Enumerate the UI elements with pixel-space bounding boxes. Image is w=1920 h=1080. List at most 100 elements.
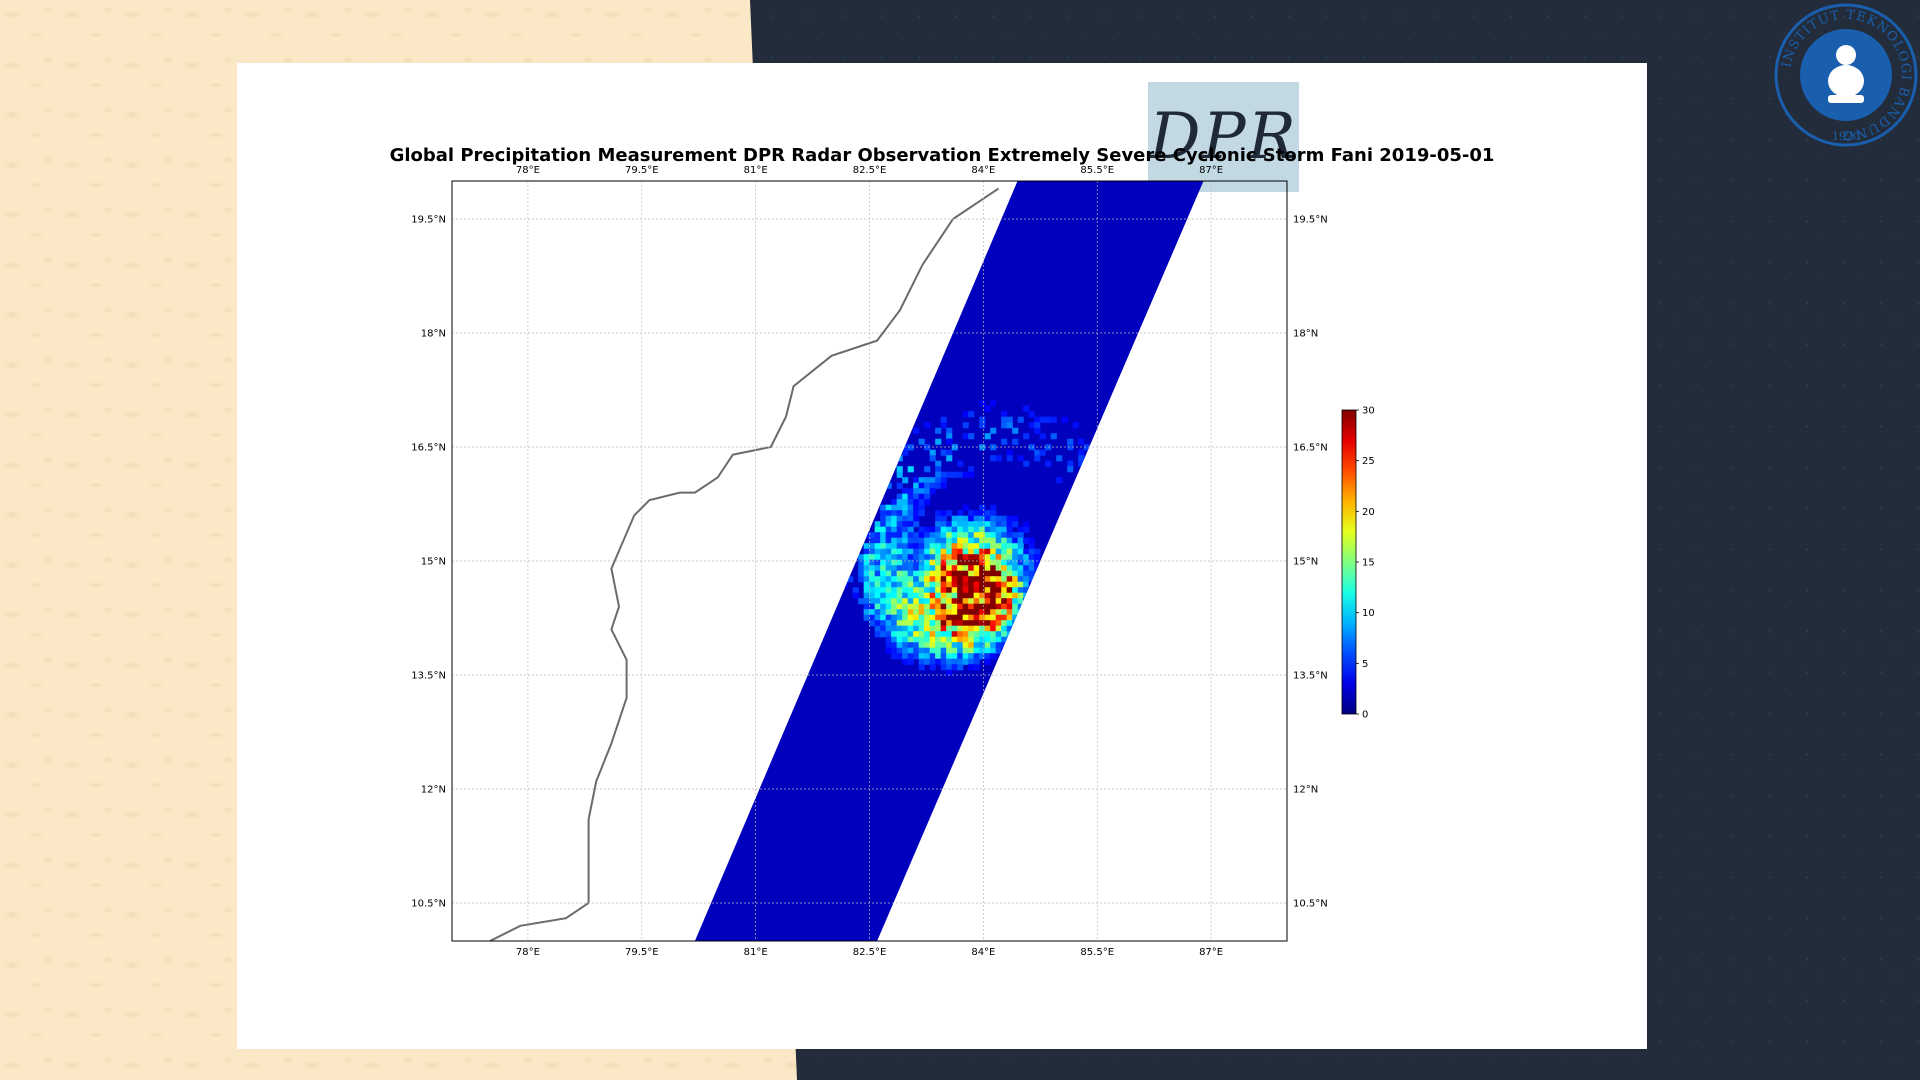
precip-pixel (880, 521, 887, 528)
precip-pixel (973, 554, 980, 561)
precip-pixel (885, 504, 892, 511)
precip-pixel (990, 521, 997, 528)
precip-pixel (869, 548, 876, 555)
precip-pixel (885, 532, 892, 539)
precip-pixel (957, 636, 964, 643)
x-tick-label-bottom: 85.5°E (1080, 947, 1114, 958)
precip-pixel (940, 570, 947, 577)
precip-pixel (984, 405, 991, 412)
precip-pixel (1001, 548, 1008, 555)
precip-pixel (1111, 449, 1118, 456)
precip-pixel (1155, 636, 1162, 643)
precip-pixel (885, 620, 892, 627)
precip-pixel (907, 526, 914, 533)
precip-pixel (885, 548, 892, 555)
precip-pixel (962, 422, 969, 429)
precip-pixel (874, 526, 881, 533)
colorbar-tick-label: 30 (1362, 406, 1375, 417)
precip-pixel (891, 570, 898, 577)
precip-pixel (1012, 515, 1019, 522)
precip-pixel (979, 521, 986, 528)
precip-pixel (990, 642, 997, 649)
precip-pixel (946, 664, 953, 671)
precip-pixel (1078, 455, 1085, 462)
precip-pixel (962, 642, 969, 649)
precip-pixel (951, 664, 958, 671)
precip-pixel (869, 603, 876, 610)
precip-pixel (1017, 559, 1024, 566)
precip-pixel (1138, 554, 1145, 561)
precip-pixel (1160, 554, 1167, 561)
precip-pixel (951, 576, 958, 583)
precip-pixel (1017, 537, 1024, 544)
precip-pixel (946, 581, 953, 588)
precip-pixel (1045, 416, 1052, 423)
precip-pixel (957, 620, 964, 627)
precip-pixel (902, 537, 909, 544)
precip-pixel (946, 510, 953, 517)
precip-pixel (935, 603, 942, 610)
precip-pixel (891, 521, 898, 528)
y-tick-label-left: 18°N (421, 329, 446, 340)
precip-pixel (1001, 636, 1008, 643)
precip-pixel (874, 477, 881, 484)
precip-pixel (863, 592, 870, 599)
precip-pixel (1028, 603, 1035, 610)
precip-pixel (896, 526, 903, 533)
precip-pixel (973, 614, 980, 621)
precip-pixel (957, 598, 964, 605)
precip-pixel (863, 614, 870, 621)
precip-pixel (940, 609, 947, 616)
precip-pixel (902, 554, 909, 561)
precip-pixel (984, 537, 991, 544)
precip-pixel (918, 504, 925, 511)
precip-pixel (891, 543, 898, 550)
precip-pixel (1144, 609, 1151, 616)
precip-pixel (907, 499, 914, 506)
precip-pixel (902, 521, 909, 528)
precip-pixel (968, 576, 975, 583)
precip-pixel (1012, 631, 1019, 638)
precip-pixel (984, 603, 991, 610)
precip-pixel (869, 532, 876, 539)
precip-pixel (990, 427, 997, 434)
precip-pixel (1017, 603, 1024, 610)
precip-pixel (1105, 708, 1112, 715)
precip-pixel (929, 625, 936, 632)
precip-pixel (1023, 554, 1030, 561)
precip-pixel (1006, 565, 1013, 572)
precip-pixel (962, 603, 969, 610)
precip-pixel (962, 581, 969, 588)
precip-pixel (1111, 488, 1118, 495)
precip-pixel (995, 636, 1002, 643)
precip-pixel (896, 570, 903, 577)
precip-pixel (1023, 521, 1030, 528)
precip-pixel (1144, 526, 1151, 533)
precip-pixel (1023, 598, 1030, 605)
precip-pixel (979, 543, 986, 550)
precip-pixel (968, 658, 975, 665)
precip-pixel (902, 510, 909, 517)
precip-pixel (907, 532, 914, 539)
precip-pixel (874, 554, 881, 561)
precip-pixel (869, 609, 876, 616)
precip-pixel (990, 559, 997, 566)
precip-pixel (918, 576, 925, 583)
precip-pixel (935, 576, 942, 583)
precip-pixel (984, 658, 991, 665)
precip-pixel (880, 609, 887, 616)
precip-pixel (891, 532, 898, 539)
precip-pixel (880, 559, 887, 566)
precip-pixel (863, 598, 870, 605)
precip-pixel (962, 620, 969, 627)
precip-pixel (885, 570, 892, 577)
precip-pixel (995, 592, 1002, 599)
precip-pixel (957, 647, 964, 654)
precip-pixel (968, 471, 975, 478)
precip-pixel (1138, 548, 1145, 555)
precip-pixel (979, 537, 986, 544)
precip-pixel (1149, 647, 1156, 654)
precip-pixel (979, 631, 986, 638)
precip-pixel (885, 587, 892, 594)
precip-pixel (929, 614, 936, 621)
